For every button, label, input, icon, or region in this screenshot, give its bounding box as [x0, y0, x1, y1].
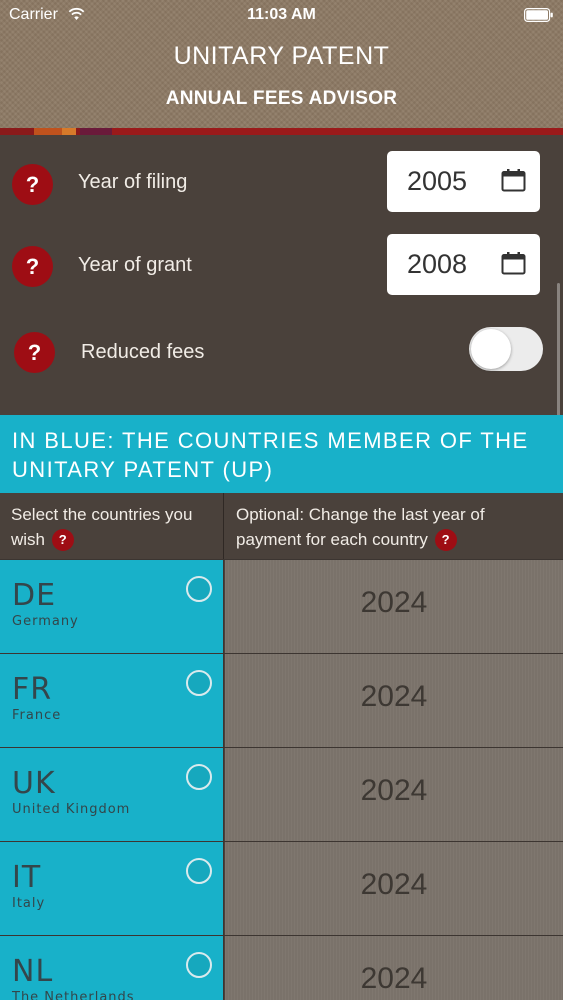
radio-button-icon[interactable] [186, 670, 212, 696]
accent-strip [0, 128, 563, 135]
grant-year-picker[interactable]: 2008 [387, 234, 540, 295]
country-row-nl: NL The Netherlands 2024 [0, 935, 563, 1000]
country-name: United Kingdom [12, 802, 130, 817]
last-year-value: 2024 [225, 680, 563, 714]
toggle-knob [471, 329, 511, 369]
country-code: FR [12, 672, 52, 707]
country-select-cell[interactable]: FR France [0, 654, 224, 747]
grant-year-value: 2008 [407, 249, 467, 280]
select-countries-text: Select the countries you wish [11, 505, 192, 549]
last-year-cell[interactable]: 2024 [225, 842, 563, 935]
country-name: Italy [12, 896, 45, 911]
scroll-indicator[interactable] [557, 283, 560, 423]
filing-year-picker[interactable]: 2005 [387, 151, 540, 212]
last-year-value: 2024 [225, 962, 563, 996]
last-year-help-icon[interactable]: ? [435, 529, 457, 551]
last-year-cell[interactable]: 2024 [225, 936, 563, 1000]
last-year-cell[interactable]: 2024 [225, 654, 563, 747]
clock: 11:03 AM [0, 6, 563, 24]
status-bar: Carrier 11:03 AM [0, 0, 563, 30]
country-row-uk: UK United Kingdom 2024 [0, 747, 563, 841]
country-select-cell[interactable]: IT Italy [0, 842, 224, 935]
battery-icon [524, 8, 554, 22]
settings-panel: ? Year of filing 2005 ? Year of grant 20… [0, 135, 563, 415]
country-row-fr: FR France 2024 [0, 653, 563, 747]
country-list: DE Germany 2024 FR France 2024 UK United… [0, 559, 563, 1000]
country-code: IT [12, 860, 41, 895]
country-row-it: IT Italy 2024 [0, 841, 563, 935]
reduced-fees-label: Reduced fees [81, 341, 204, 364]
select-countries-header: Select the countries you wish ? [0, 493, 224, 559]
country-select-cell[interactable]: DE Germany [0, 560, 224, 653]
country-select-cell[interactable]: NL The Netherlands [0, 936, 224, 1000]
country-name: The Netherlands [12, 990, 135, 1000]
last-year-value: 2024 [225, 868, 563, 902]
last-year-cell[interactable]: 2024 [225, 748, 563, 841]
filing-help-icon[interactable]: ? [12, 164, 53, 205]
country-row-de: DE Germany 2024 [0, 559, 563, 653]
grant-label: Year of grant [78, 254, 192, 277]
last-year-value: 2024 [225, 586, 563, 620]
last-year-cell[interactable]: 2024 [225, 560, 563, 653]
country-name: France [12, 708, 61, 723]
country-code: UK [12, 766, 56, 801]
filing-label: Year of filing [78, 171, 187, 194]
radio-button-icon[interactable] [186, 858, 212, 884]
country-name: Germany [12, 614, 79, 629]
radio-button-icon[interactable] [186, 576, 212, 602]
last-year-header: Optional: Change the last year of paymen… [225, 493, 563, 559]
app-subtitle: ANNUAL FEES ADVISOR [0, 88, 563, 110]
reduced-fees-help-icon[interactable]: ? [14, 332, 55, 373]
country-code: NL [12, 954, 53, 989]
reduced-fees-toggle[interactable] [469, 327, 543, 371]
select-countries-help-icon[interactable]: ? [52, 529, 74, 551]
country-code: DE [12, 578, 56, 613]
header: Carrier 11:03 AM UNITARY PATENT ANNUAL F… [0, 0, 563, 128]
grant-help-icon[interactable]: ? [12, 246, 53, 287]
filing-year-value: 2005 [407, 166, 467, 197]
app-title: UNITARY PATENT [0, 42, 563, 71]
up-members-banner: IN BLUE: THE COUNTRIES MEMBER OF THE UNI… [0, 415, 563, 493]
country-select-cell[interactable]: UK United Kingdom [0, 748, 224, 841]
app-root: Carrier 11:03 AM UNITARY PATENT ANNUAL F… [0, 0, 563, 1000]
calendar-icon [501, 168, 526, 192]
radio-button-icon[interactable] [186, 764, 212, 790]
calendar-icon [501, 251, 526, 275]
radio-button-icon[interactable] [186, 952, 212, 978]
last-year-value: 2024 [225, 774, 563, 808]
